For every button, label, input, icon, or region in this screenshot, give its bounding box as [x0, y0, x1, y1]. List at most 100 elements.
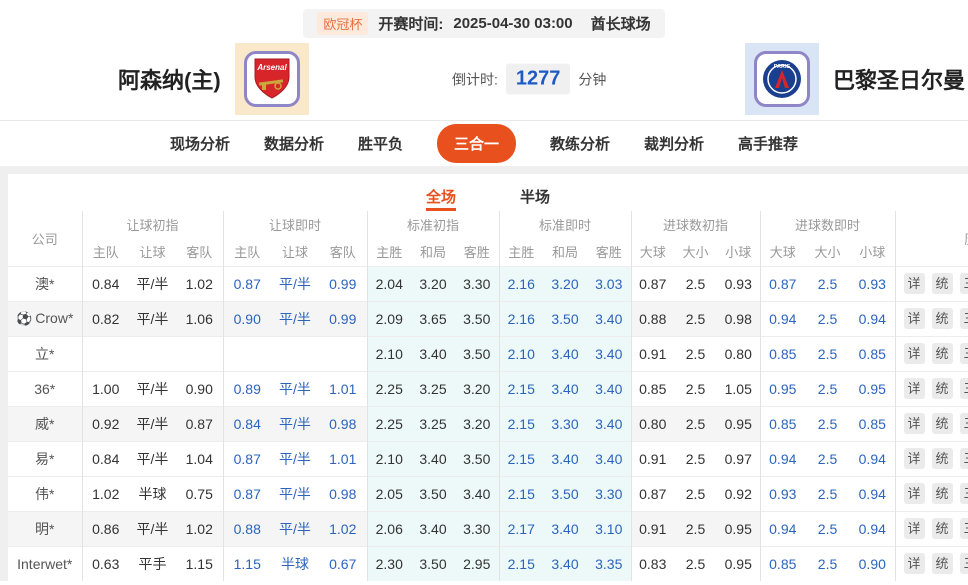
odds-cell-goals_initial: 0.98 [717, 301, 761, 336]
odds-cell-std_live: 3.40 [587, 406, 631, 441]
odds-cell-handicap_initial: 0.75 [185, 485, 213, 502]
odds-cell-std_initial: 3.40 [411, 441, 455, 476]
company-cell[interactable]: ⚽ Crow* [8, 301, 83, 336]
history-detail-button[interactable]: 详 [903, 448, 925, 469]
subtab-full-time[interactable]: 全场 [425, 186, 456, 211]
history-detail-button[interactable]: 详 [903, 483, 925, 504]
odds-cell-goals_live: 0.94 [858, 450, 886, 467]
company-cell[interactable]: 易* [8, 441, 83, 476]
history-detail-button[interactable]: 详 [903, 273, 925, 294]
history-detail-button[interactable]: 详 [903, 378, 925, 399]
odds-cell-std_live: 3.40 [543, 371, 587, 406]
odds-row: 威* 0.92 平/半 0.87 0.84 平/半 0.98 2.25 3.25 3.20 2.15… [8, 406, 968, 441]
history-stats-button[interactable]: 统 [931, 518, 953, 539]
odds-cell-handicap_initial: 平/半 [129, 406, 176, 441]
history-stats-button[interactable]: 统 [931, 448, 953, 469]
col-group-handicap-live: 让球即时 [222, 211, 367, 238]
history-cell: 详统三 [894, 266, 968, 301]
tab-live-analysis[interactable]: 现场分析 [170, 133, 230, 154]
history-stats-button[interactable]: 统 [931, 413, 953, 434]
history-stats-button[interactable]: 统 [931, 273, 953, 294]
company-cell[interactable]: Interwet* [8, 546, 83, 581]
company-cell[interactable]: 伟* [8, 476, 83, 511]
odds-cell-goals_initial: 0.95 [717, 511, 761, 546]
odds-cell-goals_live: 0.94 [858, 520, 886, 537]
history-stats-button[interactable]: 统 [931, 343, 953, 364]
history-stats-button[interactable]: 统 [931, 553, 953, 575]
col-header-history: 历史 [894, 211, 968, 266]
tab-expert-picks[interactable]: 高手推荐 [738, 133, 798, 154]
col-group-goals-initial: 进球数初指 [630, 211, 761, 238]
odds-cell-std_live: 3.50 [543, 476, 587, 511]
odds-cell-std_live: 3.40 [587, 301, 631, 336]
tab-referee-analysis[interactable]: 裁判分析 [644, 133, 704, 154]
subcol-header: 主胜 [498, 238, 543, 266]
odds-cell-handicap_live: 平/半 [279, 380, 311, 397]
history-cell: 详统三 [894, 476, 968, 511]
odds-cell-handicap_live: 平/半 [271, 301, 319, 336]
odds-cell-goals_live: 0.85 [759, 336, 806, 371]
tab-three-in-one[interactable]: 三合一 [436, 124, 516, 163]
odds-cell-goals_initial: 1.05 [724, 380, 752, 397]
odds-cell-std_live: 2.15 [498, 371, 543, 406]
soccer-ball-icon: ⚽ [16, 311, 33, 326]
history-extra-button[interactable]: 三 [959, 308, 968, 329]
history-extra-button[interactable]: 三 [959, 413, 968, 434]
tab-data-analysis[interactable]: 数据分析 [264, 133, 324, 154]
history-stats-button[interactable]: 统 [931, 378, 953, 399]
odds-cell-goals_initial: 0.92 [724, 485, 752, 502]
odds-cell-std_live: 2.16 [498, 301, 543, 336]
history-extra-button[interactable]: 三 [959, 483, 968, 504]
odds-cell-std_live: 2.15 [498, 546, 543, 581]
company-cell[interactable]: 澳* [8, 266, 83, 301]
odds-cell-std_initial: 3.25 [411, 371, 455, 406]
history-extra-button[interactable]: 三 [959, 378, 968, 399]
history-detail-button[interactable]: 详 [903, 553, 925, 575]
history-stats-button[interactable]: 统 [931, 308, 953, 329]
history-extra-button[interactable]: 三 [959, 518, 968, 539]
odds-cell-handicap_live: 0.87 [222, 266, 271, 301]
history-detail-button[interactable]: 详 [903, 308, 925, 329]
odds-cell-goals_initial: 0.80 [724, 345, 752, 362]
home-team-name: 阿森纳(主) [118, 68, 221, 93]
subcol-header: 客队 [329, 245, 356, 261]
company-cell[interactable]: 立* [8, 336, 83, 371]
history-extra-button[interactable]: 三 [959, 448, 968, 469]
odds-cell-std_live: 2.15 [498, 476, 543, 511]
odds-cell-handicap_live [271, 336, 319, 371]
tab-coach-analysis[interactable]: 教练分析 [550, 133, 610, 154]
tab-win-draw-lose[interactable]: 胜平负 [358, 133, 403, 154]
history-extra-button[interactable]: 三 [959, 273, 968, 294]
odds-cell-std_initial: 3.65 [411, 301, 455, 336]
history-cell: 详统三 [894, 546, 968, 581]
odds-cell-handicap_initial: 平手 [138, 555, 167, 572]
subtab-half-time[interactable]: 半场 [520, 186, 550, 211]
history-extra-button[interactable]: 三 [959, 343, 968, 364]
history-detail-button[interactable]: 详 [903, 413, 925, 434]
odds-cell-handicap_initial: 0.86 [81, 511, 129, 546]
odds-cell-handicap_initial: 平/半 [136, 380, 169, 397]
odds-cell-handicap_live [222, 336, 271, 371]
odds-cell-goals_live: 2.5 [817, 450, 838, 467]
countdown-unit: 分钟 [578, 71, 607, 87]
history-stats-button[interactable]: 统 [931, 483, 953, 504]
odds-cell-handicap_initial: 1.15 [185, 555, 213, 572]
odds-cell-goals_initial: 0.87 [630, 266, 674, 301]
odds-cell-std_initial: 2.95 [455, 546, 499, 581]
history-detail-button[interactable]: 详 [903, 343, 925, 364]
history-detail-button[interactable]: 详 [903, 518, 925, 539]
history-cell: 详统三 [894, 336, 968, 371]
venue: 酋长球场 [590, 16, 651, 33]
odds-cell-goals_live: 0.94 [858, 485, 886, 502]
subcol-header: 主队 [81, 238, 129, 266]
odds-cell-goals_initial: 2.5 [674, 301, 717, 336]
odds-cell-std_live: 3.40 [543, 441, 587, 476]
history-extra-button[interactable]: 三 [959, 553, 968, 575]
company-cell[interactable]: 36* [8, 371, 83, 406]
odds-cell-goals_initial: 2.5 [685, 345, 706, 362]
odds-cell-std_initial: 3.20 [411, 266, 455, 301]
odds-cell-handicap_live: 0.98 [329, 485, 357, 502]
company-cell[interactable]: 威* [8, 406, 83, 441]
company-cell[interactable]: 明* [8, 511, 83, 546]
teams-row: 阿森纳(主) Arsenal 倒计时: 1277 分钟 PARIS 巴黎圣日尔曼 [0, 38, 968, 120]
